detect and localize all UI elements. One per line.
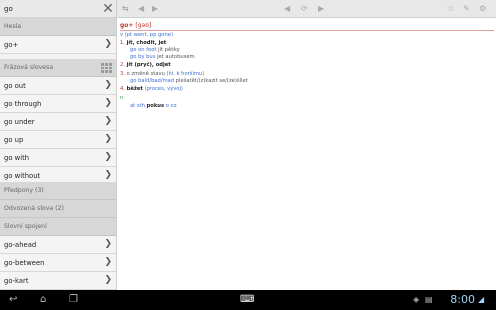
list-item-label: go-ahead <box>4 241 37 249</box>
sense-1: 1. jít, chodit, jet <box>120 40 167 46</box>
list-item-go-up[interactable]: go up ❯ <box>0 131 116 149</box>
search-bar: ✕ <box>0 0 116 18</box>
list-item-go-through[interactable]: go through ❯ <box>0 95 116 113</box>
chevron-right-icon: ❯ <box>104 80 112 90</box>
section-header-label: Hesla <box>4 23 22 30</box>
list-item-go-plus[interactable]: go+ ❯ <box>0 36 116 54</box>
chevron-right-icon: ❯ <box>104 257 112 267</box>
list-item-label: go under <box>4 118 35 126</box>
section-header-label: Předpony (3) <box>4 187 44 194</box>
chevron-right-icon: ❯ <box>104 152 112 162</box>
chevron-right-icon: ❯ <box>104 116 112 126</box>
list-item-go-between[interactable]: go-between ❯ <box>0 254 116 272</box>
settings-icon[interactable]: ✎ <box>463 3 470 15</box>
list-item-label: go out <box>4 82 26 90</box>
section-header-label: Frázová slovesa <box>4 64 54 71</box>
chevron-right-icon: ❯ <box>104 239 112 249</box>
example-line: go bald/bad/mad plešatět/(z)kazit se/(ze… <box>130 78 248 84</box>
home-icon[interactable]: ⌂ <box>40 293 46 307</box>
toolbar: ⇆ ◀ ▶ ◀ ⟳ ▶ ☆ ✎ ⚙ <box>117 0 496 18</box>
chevron-right-icon: ❯ <box>104 134 112 144</box>
list-item-label: go up <box>4 136 24 144</box>
sense-3: 3. o změně stavu (hl. k horšímu) <box>120 71 205 77</box>
section-header-label: Odvozená slova (2) <box>4 205 64 212</box>
app-window: ✕ Hesla go+ ❯ Frázová slovesa go out ❯ g… <box>0 0 496 310</box>
clear-icon[interactable]: ✕ <box>101 1 115 17</box>
example-line: go by bus jet autobusem <box>130 54 195 60</box>
sense-4: 4. běžet (proces, vývoj) <box>120 86 183 92</box>
headline-divider <box>120 30 494 31</box>
forward-arrow-icon[interactable]: ▶ <box>152 3 158 15</box>
sd-card-icon: ▤ <box>425 295 433 304</box>
list-item-go-kart[interactable]: go-kart ❯ <box>0 272 116 290</box>
sync-icon: ◈ <box>413 295 420 304</box>
back-icon[interactable]: ↩ <box>9 293 17 307</box>
section-header-phrasal: Frázová slovesa <box>0 59 116 77</box>
list-item-label: go without <box>4 172 41 180</box>
history-back-icon[interactable]: ◀ <box>284 3 290 15</box>
list-item-label: go-between <box>4 259 45 267</box>
list-item-go-out[interactable]: go out ❯ <box>0 77 116 95</box>
list-item-label: go with <box>4 154 30 162</box>
example-line: at sth pokus o co <box>130 103 177 109</box>
refresh-icon[interactable]: ⟳ <box>301 3 308 15</box>
entry-content: go+ [gəʊ] v (pt went, pp gone) 1. jít, c… <box>118 19 496 290</box>
star-icon[interactable]: ☆ <box>447 3 454 15</box>
grid-icon[interactable] <box>101 63 112 73</box>
section-header-compounds: Slovní spojení <box>0 218 116 236</box>
chevron-right-icon: ❯ <box>104 98 112 108</box>
pronunciation: [gəʊ] <box>135 22 152 29</box>
section-header-label: Slovní spojení <box>4 223 47 230</box>
signal-icon: ◢ <box>478 295 485 304</box>
history-forward-icon[interactable]: ▶ <box>318 3 324 15</box>
list-item-go-ahead[interactable]: go-ahead ❯ <box>0 236 116 254</box>
clock: 8:00 <box>450 293 475 306</box>
gear-icon[interactable]: ⚙ <box>479 3 486 15</box>
entry-headline: go+ [gəʊ] <box>120 22 151 29</box>
chevron-right-icon: ❯ <box>104 39 112 49</box>
back-arrow-icon[interactable]: ◀ <box>138 3 144 15</box>
example-line: go on foot jít pěšky <box>130 47 180 53</box>
recent-apps-icon[interactable]: ❐ <box>69 293 78 307</box>
left-pane: ✕ Hesla go+ ❯ Frázová slovesa go out ❯ g… <box>0 0 117 290</box>
system-nav-bar: ↩ ⌂ ❐ ⌨ ◈ ▤ 8:00 ◢ <box>0 290 496 310</box>
forms-line: v (pt went, pp gone) <box>120 32 173 38</box>
keyboard-icon[interactable]: ⌨ <box>240 293 254 307</box>
section-header-hesla: Hesla <box>0 18 116 36</box>
search-input[interactable] <box>2 2 100 16</box>
noun-marker: n <box>120 95 124 101</box>
chevron-right-icon: ❯ <box>104 275 112 285</box>
chevron-right-icon: ❯ <box>104 170 112 180</box>
section-header-prefixes[interactable]: Předpony (3) <box>0 182 116 200</box>
list-item-go-under[interactable]: go under ❯ <box>0 113 116 131</box>
list-item-label: go through <box>4 100 42 108</box>
sense-2: 2. jít (pryč), odjet <box>120 62 171 68</box>
section-header-derived[interactable]: Odvozená slova (2) <box>0 200 116 218</box>
list-item-label: go+ <box>4 41 19 49</box>
headword: go+ <box>120 22 134 29</box>
swap-icon[interactable]: ⇆ <box>122 3 129 15</box>
list-item-go-with[interactable]: go with ❯ <box>0 149 116 167</box>
list-item-label: go-kart <box>4 277 29 285</box>
